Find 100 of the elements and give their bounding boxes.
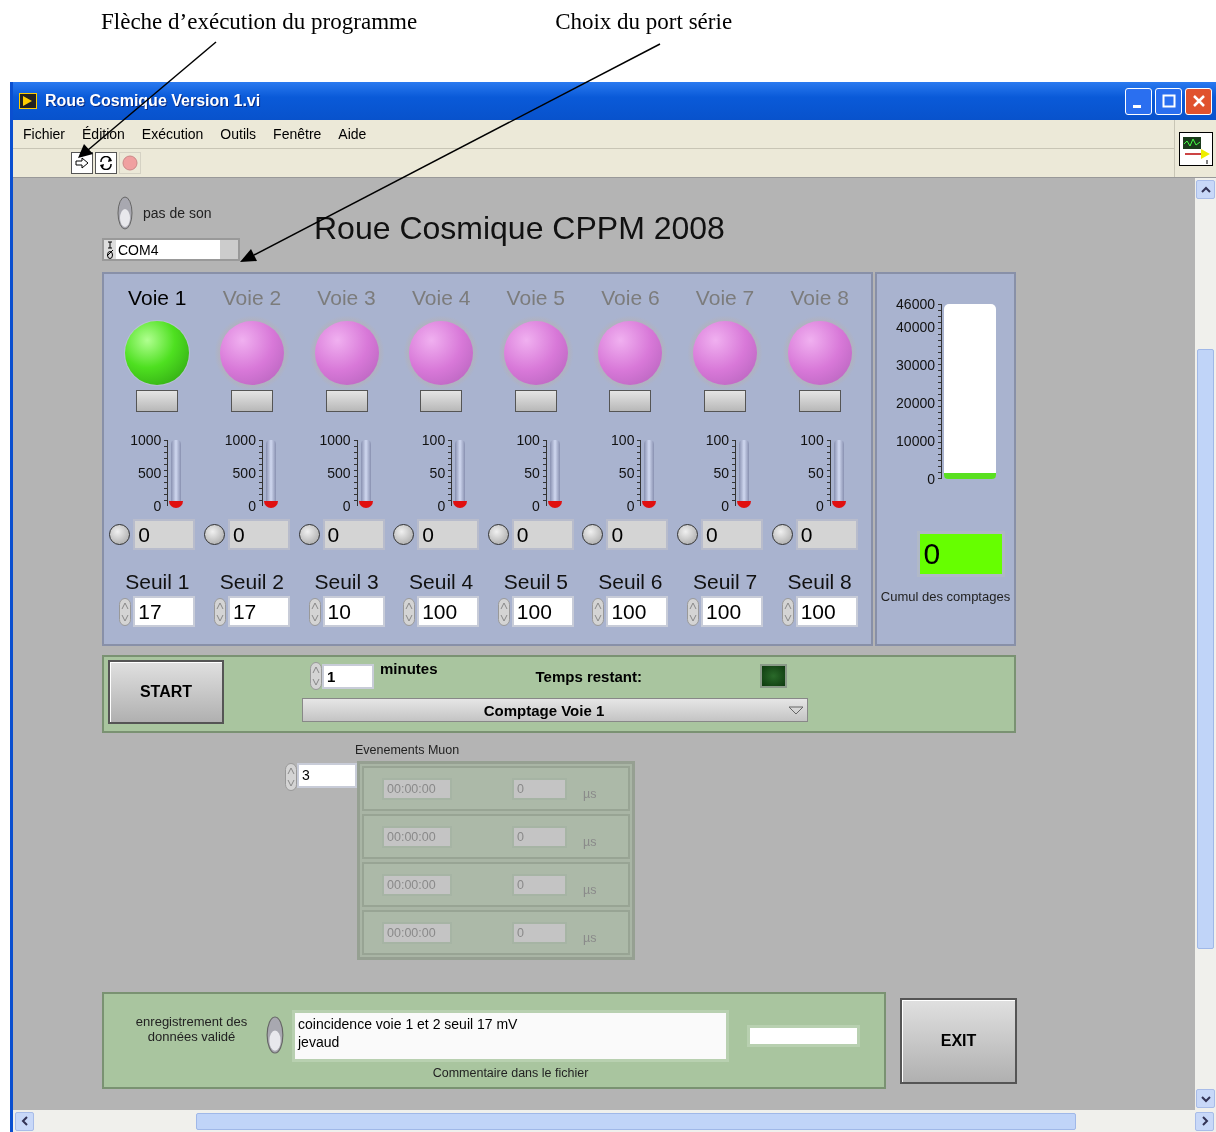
threshold-input[interactable]: 100 — [417, 596, 480, 627]
time-field: 00:00:00 — [382, 921, 452, 944]
maximize-icon — [1161, 94, 1176, 108]
count-indicator: 0 — [511, 519, 574, 550]
scale-label: 0 — [532, 499, 540, 513]
loop-arrows-icon — [98, 156, 114, 170]
channel-button[interactable] — [230, 390, 273, 412]
horizontal-scrollbar[interactable] — [13, 1110, 1216, 1132]
threshold-input[interactable]: 100 — [606, 596, 669, 627]
arrow-icon — [75, 157, 89, 169]
run-continuously-button[interactable] — [95, 152, 117, 174]
close-icon — [1191, 94, 1206, 108]
channel-button[interactable] — [420, 390, 463, 412]
scale-label: 0 — [721, 499, 730, 513]
menu-item[interactable]: Fenêtre — [273, 126, 322, 142]
toggle-switch[interactable] — [117, 196, 133, 230]
scale-label: 50 — [713, 466, 730, 480]
mode-dropdown[interactable]: Comptage Voie 1 — [302, 698, 808, 722]
value-field: 0 — [512, 873, 567, 896]
count-indicator: 0 — [133, 519, 196, 550]
channel-label: Voie 1 — [128, 286, 187, 311]
duration-unit: minutes — [380, 660, 438, 677]
count-indicator: 0 — [795, 519, 858, 550]
comment-field[interactable]: coincidence voie 1 et 2 seuil 17 mV jevaud — [292, 1010, 729, 1062]
annotation-caption: Flèche d’exécution du programme — [101, 8, 418, 34]
count-indicator: 0 — [701, 519, 764, 550]
channel-label: Voie 8 — [790, 286, 849, 311]
start-button[interactable]: START — [108, 660, 224, 724]
threshold-label: Seuil 6 — [598, 570, 663, 594]
scale-label: 100 — [516, 433, 540, 447]
round-led — [771, 524, 793, 545]
scale-label: 0 — [437, 499, 446, 513]
scroll-down-icon[interactable] — [1200, 1094, 1211, 1103]
menu-item[interactable]: Fichier — [23, 126, 65, 142]
scale-label: 20000 — [896, 395, 935, 410]
scroll-left-icon[interactable] — [20, 1116, 29, 1126]
threshold-label: Seuil 4 — [409, 570, 474, 594]
count-indicator: 0 — [417, 519, 480, 550]
count-indicator: 0 — [606, 519, 669, 550]
channel-label: Voie 7 — [695, 286, 755, 311]
recording-label: enregistrement des données validé — [134, 1013, 249, 1046]
channel-button[interactable] — [704, 390, 747, 412]
scale-label: 0 — [248, 499, 256, 513]
channel-label: Voie 2 — [222, 286, 282, 311]
scroll-right-icon[interactable] — [1200, 1116, 1209, 1126]
channel-button[interactable] — [136, 390, 179, 412]
annotation-caption: Choix du port série — [555, 8, 733, 34]
menu-item[interactable]: Exécution — [141, 126, 204, 142]
scale-label: 0 — [626, 499, 635, 513]
minimize-icon — [1133, 104, 1141, 108]
stop-icon — [122, 155, 138, 171]
scale-label: 50 — [429, 466, 446, 480]
threshold-label: Seuil 5 — [503, 570, 568, 594]
channel-button[interactable] — [514, 390, 557, 412]
vertical-scrollbar[interactable] — [1195, 178, 1216, 1110]
threshold-input[interactable]: 17 — [133, 596, 196, 627]
io-icon — [105, 239, 115, 260]
channel-button[interactable] — [609, 390, 652, 412]
threshold-label: Seuil 8 — [787, 570, 852, 594]
threshold-label: Seuil 7 — [692, 570, 758, 594]
duration-input[interactable]: 1 — [322, 663, 374, 689]
count-indicator: 0 — [227, 519, 290, 550]
serial-port-dropdown[interactable]: COM4 — [102, 238, 240, 261]
threshold-input[interactable]: 100 — [795, 596, 858, 627]
threshold-input[interactable]: 17 — [227, 596, 290, 627]
minimize-button[interactable] — [1125, 87, 1152, 115]
time-field: 00:00:00 — [382, 777, 452, 800]
channel-button[interactable] — [798, 390, 841, 412]
comment-label: Commentaire dans le fichier — [432, 1066, 589, 1080]
channel-button[interactable] — [325, 390, 368, 412]
scale-label: 50 — [618, 466, 635, 480]
channel-label: Voie 3 — [317, 286, 376, 311]
count-indicator: 0 — [322, 519, 385, 550]
scale-label: 500 — [137, 466, 162, 480]
exit-button[interactable]: EXIT — [900, 998, 1017, 1084]
menu-item[interactable]: Aide — [338, 126, 367, 142]
scale-label: 100 — [800, 433, 824, 447]
round-led — [298, 524, 320, 545]
scale-label: 1000 — [130, 433, 162, 447]
close-button[interactable] — [1185, 87, 1212, 115]
remaining-label: Temps restant: — [535, 667, 642, 685]
threshold-input[interactable]: 100 — [511, 596, 574, 627]
scale-label: 1000 — [224, 433, 256, 447]
threshold-input[interactable]: 100 — [701, 596, 764, 627]
scale-label: 10000 — [896, 433, 935, 448]
scale-label: 0 — [815, 499, 824, 513]
channel-label: Voie 5 — [506, 286, 565, 311]
menu-item[interactable]: Outils — [220, 126, 257, 142]
scale-label: 100 — [611, 433, 635, 447]
round-led — [487, 524, 509, 545]
value-field: 0 — [512, 777, 567, 800]
scroll-up-icon[interactable] — [1200, 185, 1211, 194]
maximize-button[interactable] — [1155, 87, 1182, 115]
round-led — [677, 524, 699, 545]
time-field: 00:00:00 — [382, 825, 452, 848]
round-led — [109, 524, 131, 545]
array-label: Evenements Muon — [355, 743, 461, 757]
scale-label: 0 — [342, 499, 351, 513]
threshold-input[interactable]: 10 — [322, 596, 385, 627]
value-field: 0 — [512, 921, 567, 944]
